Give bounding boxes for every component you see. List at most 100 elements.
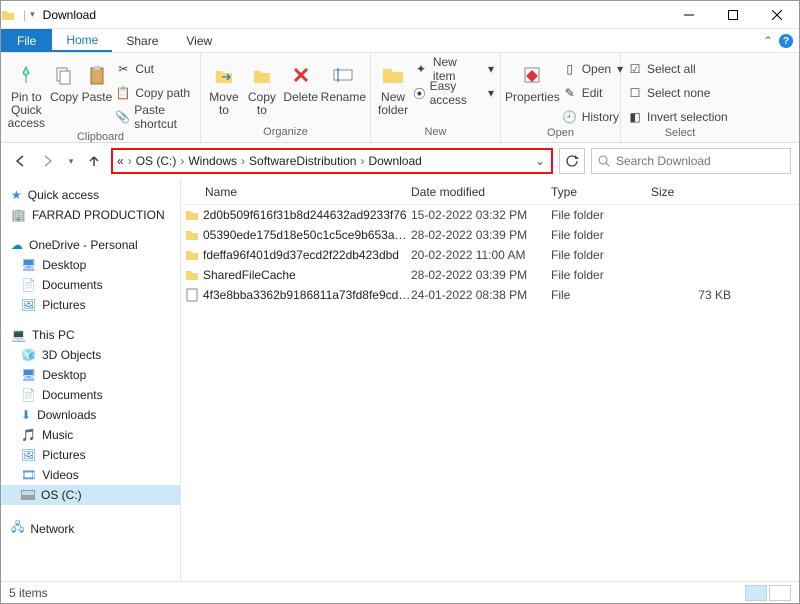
file-date: 28-02-2022 03:39 PM (411, 228, 551, 242)
sidebar-item-farrad[interactable]: 🏢FARRAD PRODUCTION (1, 205, 180, 225)
sidebar-item-pc-downloads[interactable]: ⬇Downloads (1, 405, 180, 425)
sidebar-item-pc-music[interactable]: 🎵Music (1, 425, 180, 445)
new-folder-icon (381, 59, 405, 91)
invert-selection-button[interactable]: ◧Invert selection (625, 107, 730, 127)
sidebar-item-3d-objects[interactable]: 🧊3D Objects (1, 345, 180, 365)
tab-view[interactable]: View (172, 29, 226, 52)
ribbon-collapse-icon[interactable]: ⌃ (763, 34, 773, 48)
quick-access-toolbar: | ▾ (23, 8, 35, 22)
tab-share[interactable]: Share (112, 29, 172, 52)
new-item-button[interactable]: ✦New item▾ (411, 59, 496, 79)
column-headers[interactable]: Name Date modified Type Size (181, 179, 799, 205)
back-button[interactable] (9, 150, 31, 172)
tab-home[interactable]: Home (52, 29, 112, 52)
copy-to-button[interactable]: Copy to (243, 55, 281, 117)
move-to-button[interactable]: Move to (205, 55, 243, 117)
rename-button[interactable]: Rename (321, 55, 366, 104)
system-folder-icon (1, 8, 15, 22)
cut-button[interactable]: ✂Cut (113, 59, 196, 79)
sidebar-item-quick-access[interactable]: ★Quick access (1, 185, 180, 205)
column-size[interactable]: Size (651, 185, 751, 199)
easy-access-icon: ⦿ (413, 85, 425, 102)
select-all-icon: ☑ (627, 62, 643, 76)
sidebar-item-this-pc[interactable]: 💻This PC (1, 325, 180, 345)
file-type: File folder (551, 208, 651, 222)
details-view-button[interactable] (745, 585, 767, 601)
cloud-icon: ☁ (11, 238, 23, 252)
sidebar-item-onedrive[interactable]: ☁OneDrive - Personal (1, 235, 180, 255)
column-date[interactable]: Date modified (411, 185, 551, 199)
select-none-button[interactable]: ☐Select none (625, 83, 730, 103)
sidebar-item-pc-documents[interactable]: 📄Documents (1, 385, 180, 405)
videos-icon: 🎞 (21, 468, 36, 482)
search-input[interactable]: Search Download (591, 148, 791, 174)
close-button[interactable] (755, 1, 799, 29)
file-date: 24-01-2022 08:38 PM (411, 288, 551, 302)
invert-selection-icon: ◧ (627, 110, 643, 124)
icons-view-button[interactable] (769, 585, 791, 601)
open-icon: ▯ (562, 62, 578, 76)
group-open: Properties ▯Open▾ ✎Edit 🕘History Open (501, 53, 621, 142)
table-row[interactable]: SharedFileCache28-02-2022 03:39 PMFile f… (181, 265, 799, 285)
breadcrumb[interactable]: «› OS (C:)› Windows› SoftwareDistributio… (117, 154, 422, 168)
help-icon[interactable]: ? (779, 34, 793, 48)
copy-path-icon: 📋 (115, 86, 131, 100)
table-row[interactable]: 2d0b509f616f31b8d244632ad9233f7615-02-20… (181, 205, 799, 225)
new-folder-button[interactable]: New folder (375, 55, 411, 117)
refresh-button[interactable] (559, 148, 585, 174)
content-area: ★Quick access 🏢FARRAD PRODUCTION ☁OneDri… (1, 179, 799, 581)
properties-button[interactable]: Properties (505, 55, 560, 104)
copy-path-button[interactable]: 📋Copy path (113, 83, 196, 103)
ribbon-tabs: File Home Share View ⌃ ? (1, 29, 799, 53)
paste-button[interactable]: Paste (81, 55, 114, 104)
sidebar-item-pc-pictures[interactable]: 🖼Pictures (1, 445, 180, 465)
downloads-icon: ⬇ (21, 408, 31, 422)
sidebar-item-os-c[interactable]: OS (C:) (1, 485, 180, 505)
pin-icon (16, 59, 36, 91)
edit-button[interactable]: ✎Edit (560, 83, 625, 103)
qat-dropdown-icon[interactable]: ▾ (30, 9, 35, 20)
ribbon: Pin to Quick access Copy Paste ✂Cut 📋Cop… (1, 53, 799, 143)
paste-shortcut-icon: 📎 (115, 110, 130, 124)
window-title: Download (43, 8, 96, 22)
forward-button[interactable] (37, 150, 59, 172)
status-bar: 5 items (1, 581, 799, 603)
maximize-button[interactable] (711, 1, 755, 29)
delete-button[interactable]: Delete (281, 55, 321, 104)
drive-icon (21, 490, 35, 500)
group-new: New folder ✦New item▾ ⦿Easy access▾ New (371, 53, 501, 142)
sidebar-item-pc-videos[interactable]: 🎞Videos (1, 465, 180, 485)
file-icon (181, 288, 203, 302)
select-all-button[interactable]: ☑Select all (625, 59, 730, 79)
address-bar[interactable]: «› OS (C:)› Windows› SoftwareDistributio… (111, 148, 553, 174)
table-row[interactable]: 05390ede175d18e50c1c5ce9b653a4cc28-02-20… (181, 225, 799, 245)
file-menu[interactable]: File (1, 29, 52, 52)
table-row[interactable]: fdeffa96f401d9d37ecd2f22db423dbd20-02-20… (181, 245, 799, 265)
table-row[interactable]: 4f3e8bba3362b9186811a73fd8fe9cd283...24-… (181, 285, 799, 305)
up-button[interactable] (83, 150, 105, 172)
minimize-button[interactable] (667, 1, 711, 29)
move-to-icon (214, 59, 234, 91)
star-icon: ★ (11, 188, 22, 202)
history-button[interactable]: 🕘History (560, 107, 625, 127)
sidebar-item-pc-desktop[interactable]: 🖥Desktop (1, 365, 180, 385)
sidebar-item-od-desktop[interactable]: 🖥Desktop (1, 255, 180, 275)
folder-icon (181, 249, 203, 261)
recent-dropdown[interactable]: ▾ (65, 150, 77, 172)
file-type: File folder (551, 228, 651, 242)
pin-to-quick-access-button[interactable]: Pin to Quick access (5, 55, 48, 131)
copy-button[interactable]: Copy (48, 55, 81, 104)
paste-shortcut-button[interactable]: 📎Paste shortcut (113, 107, 196, 127)
delete-icon (292, 59, 310, 91)
column-type[interactable]: Type (551, 185, 651, 199)
address-dropdown-icon[interactable]: ⌄ (535, 154, 545, 168)
sidebar-item-network[interactable]: 🖧Network (1, 515, 180, 542)
folder-icon (181, 269, 203, 281)
titlebar: | ▾ Download (1, 1, 799, 29)
easy-access-button[interactable]: ⦿Easy access▾ (411, 83, 496, 103)
open-button[interactable]: ▯Open▾ (560, 59, 625, 79)
sidebar-item-od-pictures[interactable]: 🖼Pictures (1, 295, 180, 315)
copy-icon (54, 59, 74, 91)
column-name[interactable]: Name (181, 185, 411, 199)
sidebar-item-od-documents[interactable]: 📄Documents (1, 275, 180, 295)
